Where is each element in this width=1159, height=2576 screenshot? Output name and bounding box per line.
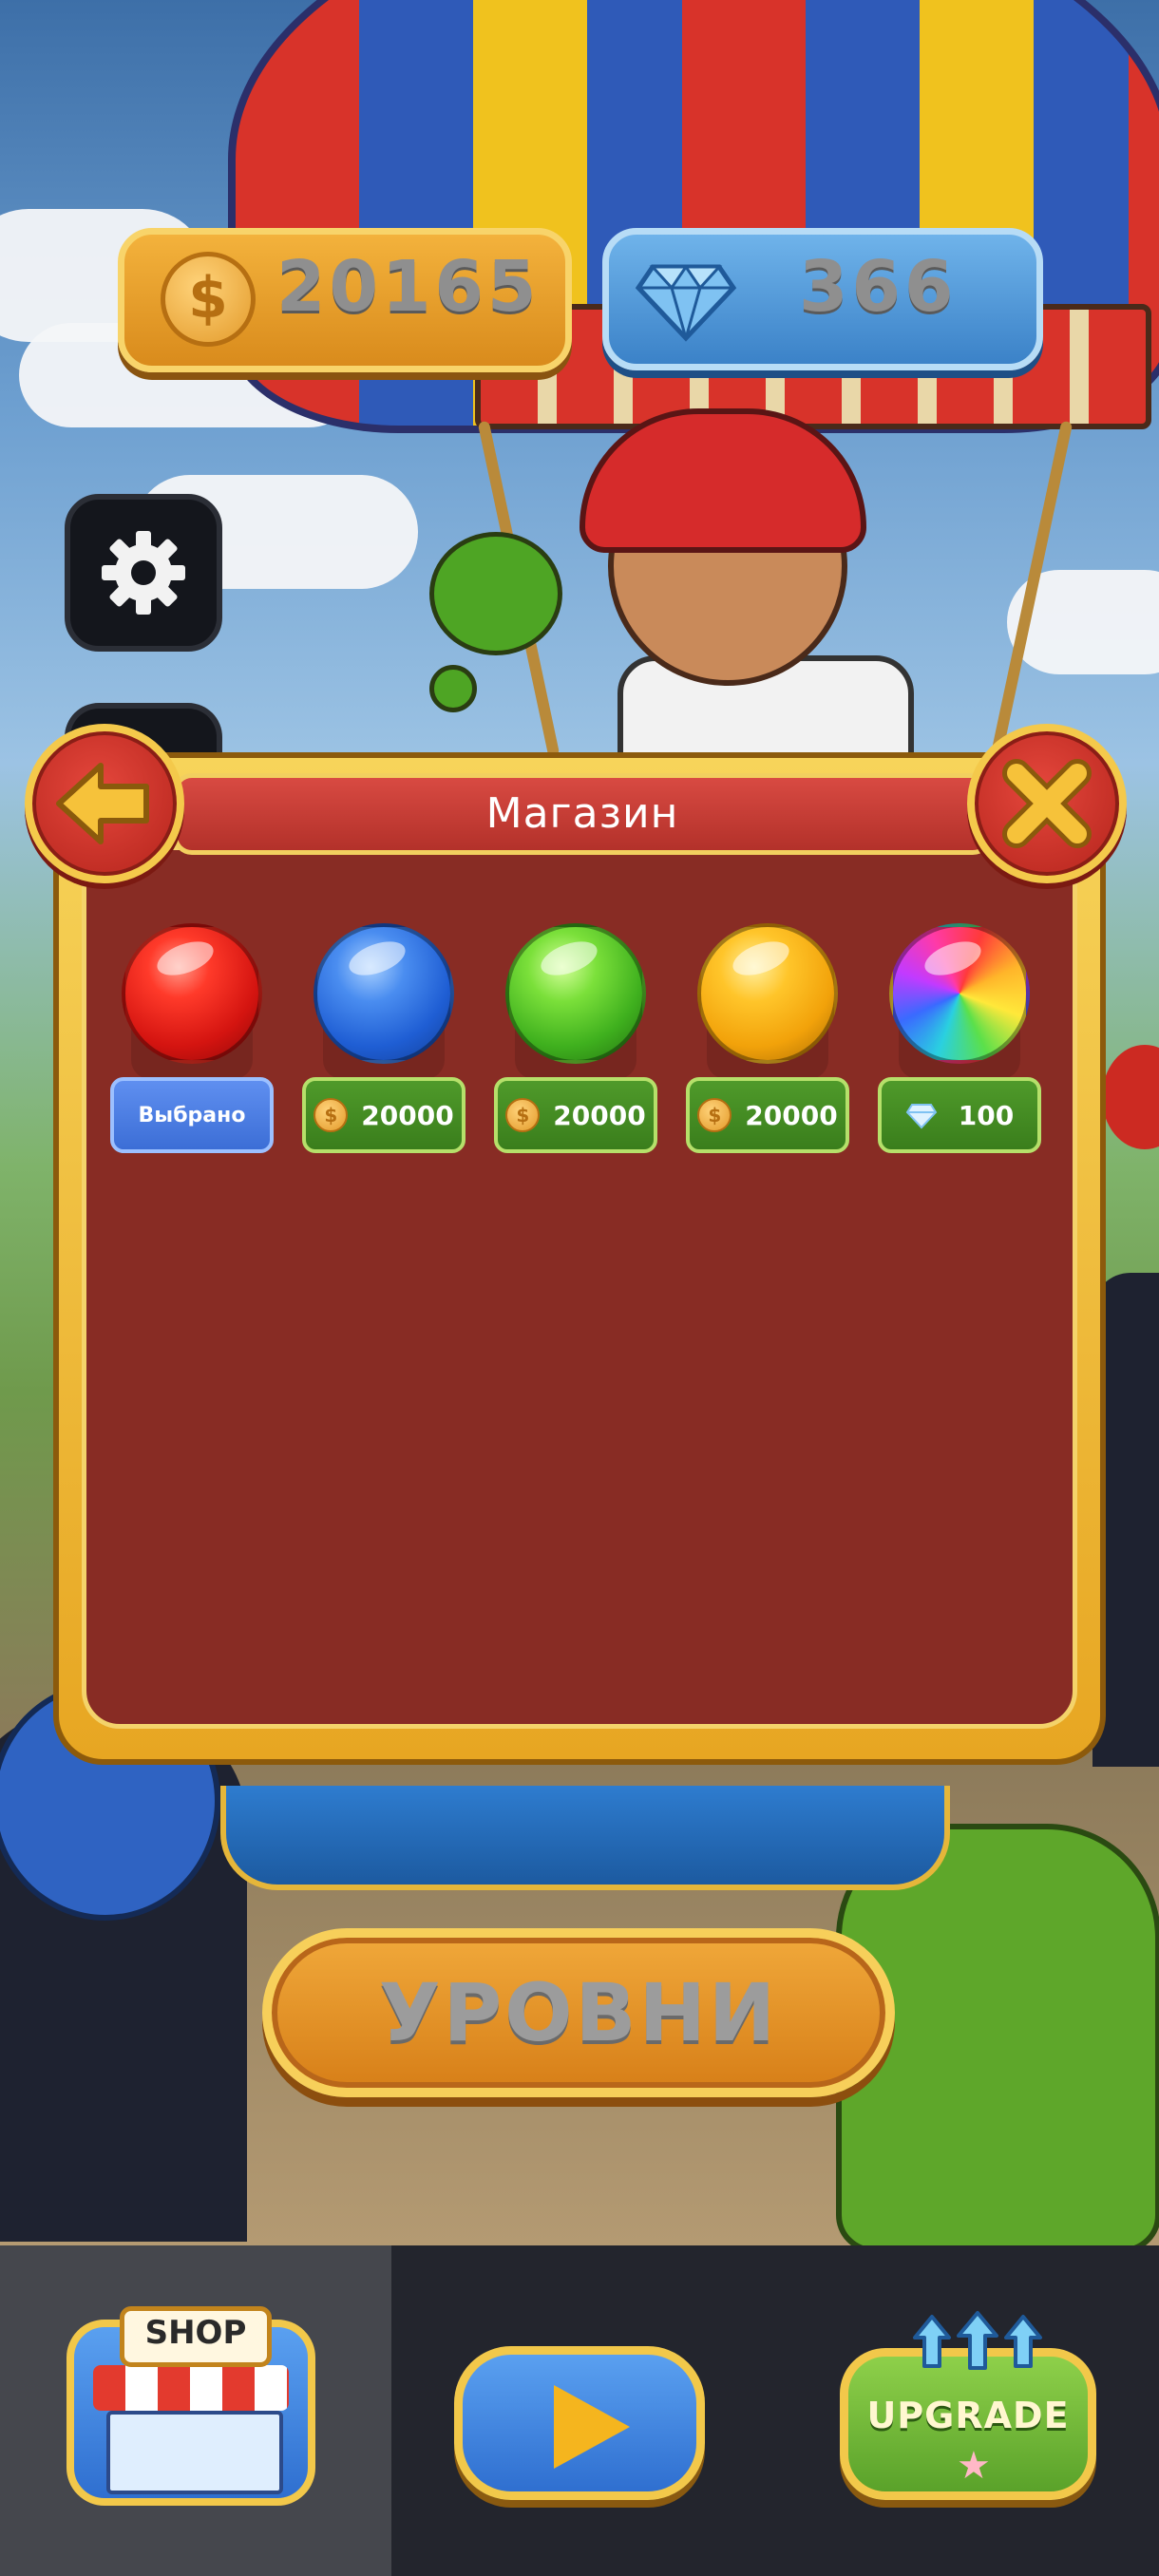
yellow-ball-icon (697, 923, 838, 1064)
coin-icon: $ (505, 1098, 541, 1132)
selected-label: Выбрано (138, 1103, 246, 1127)
coin-icon: $ (161, 252, 256, 347)
hidden-menu-button (220, 1786, 950, 1890)
buy-button[interactable]: $ 20000 (686, 1077, 849, 1153)
buy-button[interactable]: 100 (878, 1077, 1041, 1153)
close-icon (1002, 759, 1092, 848)
shop-title: Магазин (173, 773, 992, 855)
red-ball-icon (122, 923, 262, 1064)
green-slime-blob (429, 532, 562, 655)
price-label: 20000 (745, 1099, 838, 1131)
arrow-left-icon (56, 763, 149, 844)
rainbow-ball-icon (889, 923, 1030, 1064)
gem-balance: 366 (602, 228, 1043, 370)
buy-button[interactable]: $ 20000 (302, 1077, 466, 1153)
price-label: 20000 (361, 1099, 454, 1131)
shop-modal: Магазин (53, 752, 1106, 1765)
back-button[interactable] (25, 724, 184, 883)
green-slime-drop (429, 665, 477, 712)
coin-icon: $ (314, 1098, 349, 1132)
levels-button[interactable]: УРОВНИ (262, 1928, 895, 2097)
close-button[interactable] (967, 724, 1127, 883)
coin-count: 20165 (276, 246, 541, 328)
red-blob (1102, 1045, 1159, 1149)
gear-icon (102, 531, 185, 615)
upgrade-nav-button[interactable]: UPGRADE ★ (840, 2311, 1096, 2500)
blue-ball-icon (314, 923, 454, 1064)
ball-skin-list: Выбрано $ 20000 $ 20000 $ 20000 100 (59, 908, 1047, 1174)
price-label: 20000 (553, 1099, 646, 1131)
star-icon: ★ (957, 2444, 991, 2488)
selected-button[interactable]: Выбрано (110, 1077, 274, 1153)
diamond-icon (905, 1104, 938, 1129)
shop-storefront-icon (106, 2411, 283, 2494)
upgrade-arrows-icon (913, 2311, 1042, 2370)
gem-count: 366 (799, 246, 958, 328)
diamond-icon (635, 264, 737, 342)
coin-icon: $ (697, 1098, 732, 1132)
shop-nav-button[interactable]: SHOP (66, 2306, 315, 2506)
buy-button[interactable]: $ 20000 (494, 1077, 657, 1153)
coin-balance: $ 20165 (118, 228, 572, 372)
play-button[interactable] (454, 2346, 705, 2500)
green-ball-icon (505, 923, 646, 1064)
upgrade-label: UPGRADE (866, 2395, 1070, 2436)
bottom-nav: SHOP UPGRADE ★ (0, 2245, 1159, 2576)
price-label: 100 (958, 1099, 1015, 1131)
settings-button[interactable] (65, 494, 222, 652)
shop-sign: SHOP (120, 2306, 272, 2367)
play-icon (554, 2385, 630, 2469)
shop-awning (93, 2365, 289, 2411)
